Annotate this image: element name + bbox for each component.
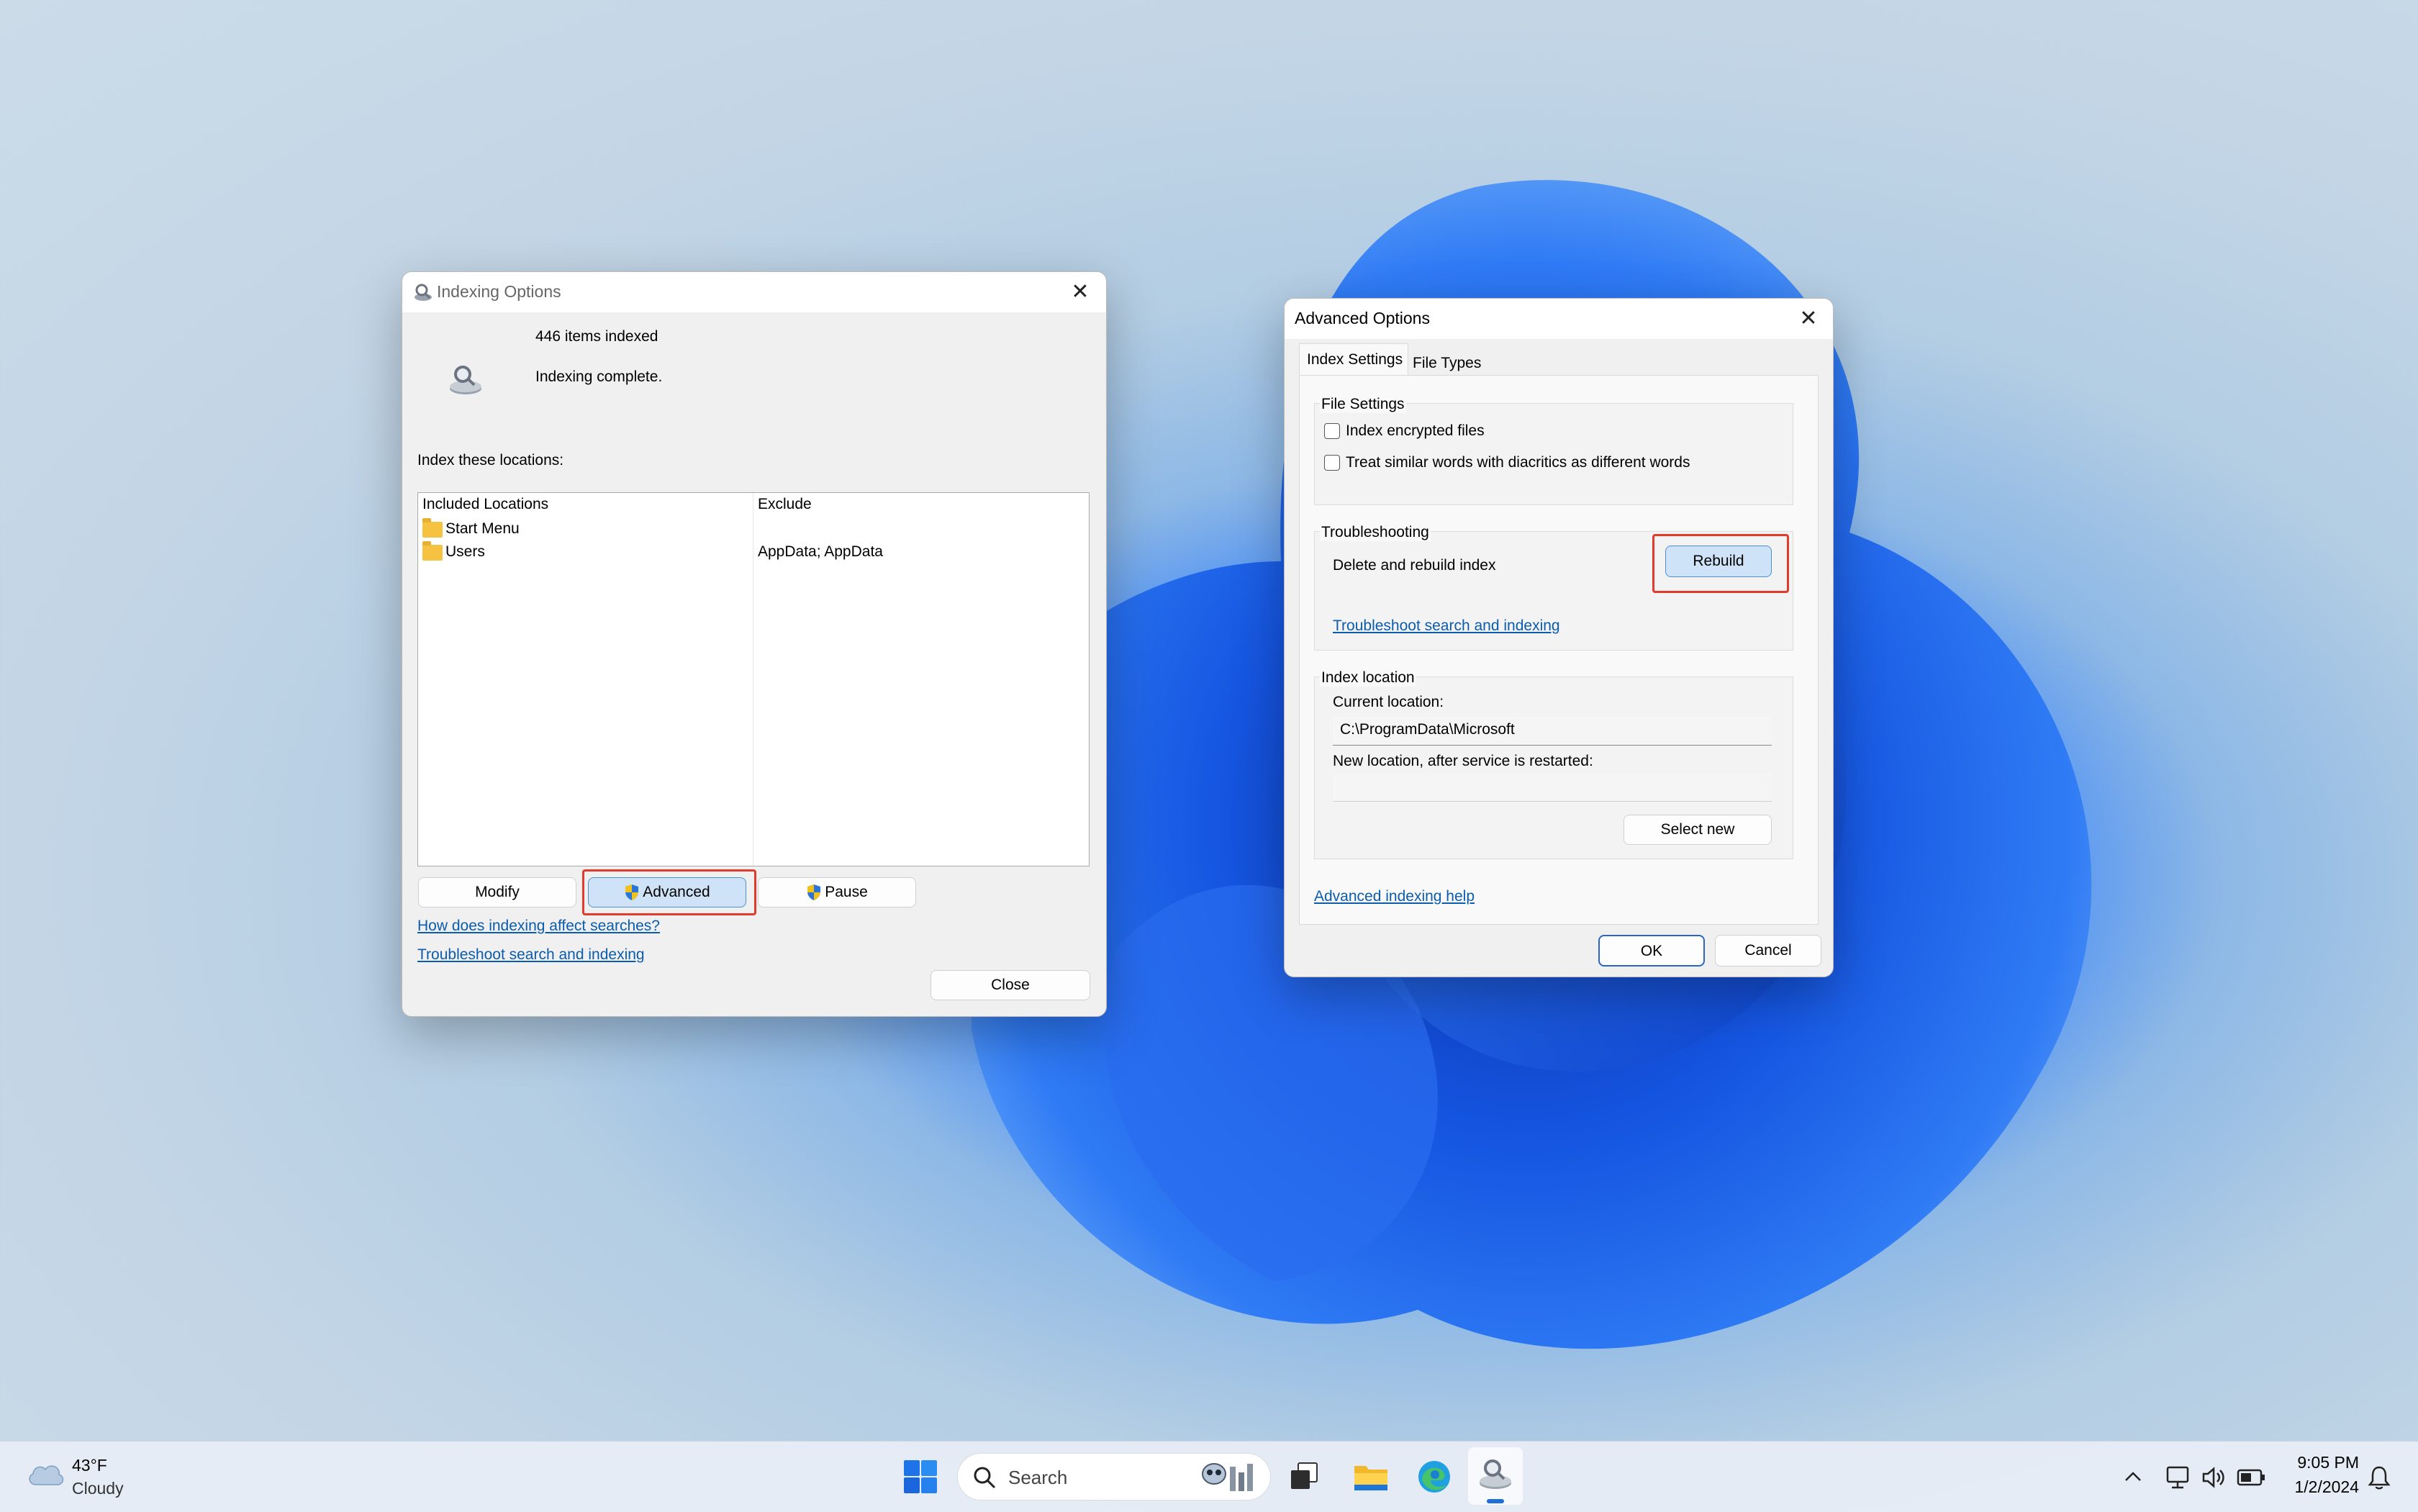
indexing-status: Indexing complete.	[535, 368, 663, 385]
current-location-value: C:\ProgramData\Microsoft	[1340, 721, 1515, 738]
title-bar: Advanced Options ✕	[1285, 299, 1833, 339]
file-settings-legend: File Settings	[1320, 396, 1406, 413]
location-name: Start Menu	[445, 520, 520, 537]
start-button[interactable]	[900, 1456, 941, 1498]
pause-button[interactable]: Pause	[758, 877, 916, 907]
active-indicator	[1487, 1499, 1504, 1503]
indexing-icon	[1480, 1459, 1511, 1489]
taskbar: 43°F Cloudy Search 9:05 PM 1/2/2024	[0, 1441, 2418, 1512]
search-icon	[974, 1467, 996, 1489]
how-indexing-link[interactable]: How does indexing affect searches?	[417, 918, 660, 935]
weather-widget[interactable]: 43°F Cloudy	[22, 1450, 166, 1503]
clock-time[interactable]: 9:05 PM	[2287, 1453, 2359, 1472]
diacritics-label[interactable]: Treat similar words with diacritics as d…	[1346, 454, 1690, 471]
edge-icon[interactable]	[1413, 1456, 1455, 1498]
list-item[interactable]: Start Menu	[418, 517, 1087, 540]
items-indexed-count: 446 items indexed	[535, 328, 658, 345]
diacritics-checkbox[interactable]	[1324, 455, 1340, 471]
chevron-up-icon[interactable]	[2123, 1469, 2143, 1485]
battery-icon[interactable]	[2237, 1467, 2265, 1488]
locations-list[interactable]: Included Locations Exclude Start Menu Us…	[417, 492, 1090, 866]
locations-label: Index these locations:	[417, 452, 564, 468]
new-location-field	[1333, 773, 1772, 802]
close-window-button[interactable]: ✕	[1059, 275, 1102, 309]
troubleshooting-legend: Troubleshooting	[1320, 524, 1431, 541]
search-placeholder: Search	[1008, 1467, 1068, 1488]
task-view-icon[interactable]	[1284, 1456, 1326, 1498]
shield-icon	[807, 884, 821, 901]
location-exclude: AppData; AppData	[758, 543, 883, 560]
indexing-options-window: Indexing Options ✕ 446 items indexed Ind…	[402, 271, 1107, 1017]
list-item[interactable]: Users AppData; AppData	[418, 540, 1087, 563]
current-location-label: Current location:	[1333, 694, 1444, 710]
indexing-status-icon	[450, 366, 481, 394]
folder-icon	[422, 518, 443, 538]
tab-index-settings[interactable]: Index Settings	[1299, 343, 1408, 376]
taskbar-search[interactable]: Search	[957, 1453, 1271, 1500]
select-new-button[interactable]: Select new	[1624, 815, 1772, 845]
tab-panel: File Settings Index encrypted files Trea…	[1299, 375, 1819, 925]
cancel-button[interactable]: Cancel	[1715, 935, 1821, 966]
ok-button[interactable]: OK	[1598, 935, 1705, 966]
weather-temp: 43°F	[72, 1456, 107, 1475]
tab-label: Index Settings	[1307, 351, 1403, 368]
location-name: Users	[445, 543, 485, 560]
indexing-icon	[415, 284, 432, 301]
network-icon[interactable]	[2165, 1465, 2191, 1490]
window-title: Indexing Options	[437, 282, 561, 301]
troubleshoot-link[interactable]: Troubleshoot search and indexing	[1333, 617, 1560, 635]
encrypted-checkbox[interactable]	[1324, 423, 1340, 439]
advanced-indexing-help-link[interactable]: Advanced indexing help	[1314, 888, 1475, 905]
notification-bell-icon[interactable]	[2368, 1465, 2391, 1490]
encrypted-label[interactable]: Index encrypted files	[1346, 422, 1485, 440]
title-bar: Indexing Options ✕	[402, 272, 1106, 312]
folder-icon	[422, 541, 443, 561]
pause-button-label: Pause	[825, 884, 868, 900]
troubleshoot-link[interactable]: Troubleshoot search and indexing	[417, 946, 645, 964]
close-button[interactable]: Close	[930, 970, 1090, 1000]
column-header-included[interactable]: Included Locations	[422, 496, 548, 513]
delete-rebuild-label: Delete and rebuild index	[1333, 557, 1496, 574]
highlight-rebuild	[1652, 534, 1789, 593]
file-explorer-icon[interactable]	[1350, 1456, 1392, 1498]
clock-date[interactable]: 1/2/2024	[2273, 1477, 2359, 1497]
highlight-advanced	[582, 869, 756, 915]
search-highlight-icon	[1202, 1463, 1253, 1491]
new-location-label: New location, after service is restarted…	[1333, 753, 1593, 769]
tab-file-types[interactable]: File Types	[1408, 349, 1488, 375]
tab-label: File Types	[1413, 355, 1482, 371]
index-location-legend: Index location	[1320, 669, 1416, 687]
column-header-exclude[interactable]: Exclude	[758, 496, 812, 513]
advanced-options-window: Advanced Options ✕ Index Settings File T…	[1284, 298, 1834, 977]
window-title: Advanced Options	[1295, 309, 1430, 327]
weather-condition: Cloudy	[72, 1479, 124, 1498]
close-window-button[interactable]: ✕	[1787, 302, 1830, 336]
current-location-field: C:\ProgramData\Microsoft	[1333, 717, 1772, 746]
volume-icon[interactable]	[2201, 1465, 2227, 1490]
modify-button[interactable]: Modify	[418, 877, 576, 907]
indexing-taskbar-item[interactable]	[1468, 1447, 1523, 1505]
cloud-icon	[29, 1465, 64, 1485]
